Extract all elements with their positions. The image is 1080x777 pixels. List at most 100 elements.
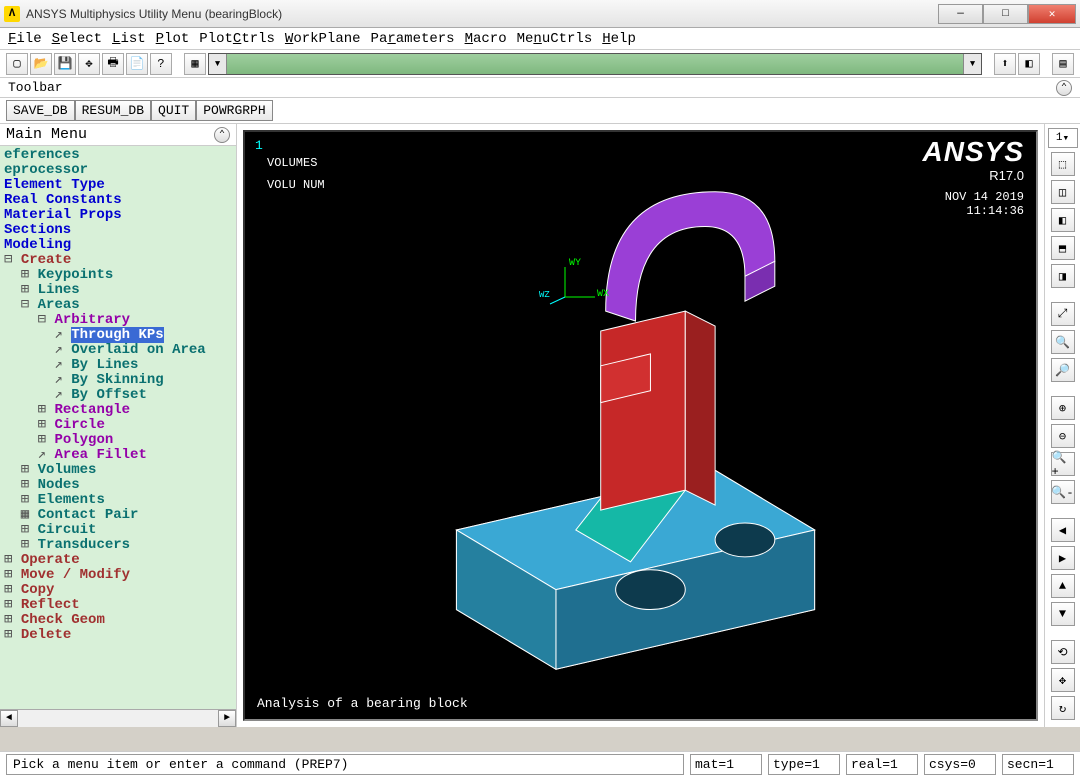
rotate-down-icon[interactable]: ▼ [1051,602,1075,626]
tree-item[interactable]: ⊞ Delete [0,628,236,643]
oblique-view-icon[interactable]: ◨ [1051,264,1075,288]
menu-plotctrls[interactable]: PlotCtrls [199,31,275,47]
dyn-rotate-icon[interactable]: ⟲ [1051,640,1075,664]
menu-select[interactable]: Select [52,31,102,47]
tree-item[interactable]: ↗ Through KPs [0,328,236,343]
command-combo[interactable]: ▾ ▾ [208,53,982,75]
fit-icon[interactable]: ⤢ [1051,302,1075,326]
resum-db-button[interactable]: RESUM_DB [75,100,151,121]
tree-item[interactable]: eprocessor [0,163,236,178]
zoom-box-icon[interactable]: 🔍 [1051,330,1075,354]
tree-item[interactable]: Modeling [0,238,236,253]
collapse-icon[interactable]: ⌃ [1056,80,1072,96]
tree-item[interactable]: ↗ By Skinning [0,373,236,388]
front-view-icon[interactable]: ◫ [1051,180,1075,204]
view-select-dropdown[interactable]: 1 ▾ [1048,128,1078,148]
tree-item[interactable]: ⊞ Circuit [0,523,236,538]
maximize-button[interactable]: □ [983,4,1028,24]
zoom-win-icon[interactable]: 🔎 [1051,358,1075,382]
tree-item[interactable]: Sections [0,223,236,238]
tree-item[interactable]: ⊞ Nodes [0,478,236,493]
tree-item[interactable]: Material Props [0,208,236,223]
menu-file[interactable]: File [8,31,42,47]
tree-item[interactable]: ↗ By Lines [0,358,236,373]
save-icon[interactable]: 💾 [54,53,76,75]
minimize-button[interactable]: — [938,4,983,24]
menu-macro[interactable]: Macro [465,31,507,47]
save-db-button[interactable]: SAVE_DB [6,100,75,121]
main-menu-panel: Main Menu ⌃ eferenceseprocessorElement T… [0,124,237,727]
tree-item[interactable]: ⊞ Transducers [0,538,236,553]
top-view-icon[interactable]: ⬒ [1051,236,1075,260]
scrollbar-track[interactable] [18,710,218,727]
tree-item[interactable]: ⊞ Keypoints [0,268,236,283]
scroll-left-icon[interactable]: ◄ [0,710,18,727]
combo-left-icon[interactable]: ▾ [209,54,227,74]
dyn-pan-icon[interactable]: ✥ [1051,668,1075,692]
menu-list[interactable]: List [112,31,146,47]
menu-workplane[interactable]: WorkPlane [285,31,361,47]
tree-item[interactable]: eferences [0,148,236,163]
quit-button[interactable]: QUIT [151,100,196,121]
print-icon[interactable]: 🖶 [102,53,124,75]
grid-icon[interactable]: ▦ [184,53,206,75]
tree-item[interactable]: ⊟ Create [0,253,236,268]
command-field[interactable] [227,54,963,74]
rotate-left-icon[interactable]: ◀ [1051,518,1075,542]
tree-item[interactable]: ↗ Overlaid on Area [0,343,236,358]
tree-item[interactable]: ⊟ Arbitrary [0,313,236,328]
close-button[interactable]: ✕ [1028,4,1076,24]
app-icon: Λ [4,6,20,22]
menu-menuctrls[interactable]: MenuCtrls [517,31,593,47]
tree-item[interactable]: ⊞ Reflect [0,598,236,613]
menu-help[interactable]: Help [602,31,636,47]
tree-item[interactable]: ⊞ Volumes [0,463,236,478]
status-prompt[interactable]: Pick a menu item or enter a command (PRE… [6,754,684,775]
zoom-in-icon[interactable]: 🔍+ [1051,452,1075,476]
rotate-up-icon[interactable]: ▲ [1051,574,1075,598]
menu-plot[interactable]: Plot [156,31,190,47]
contour-icon[interactable]: ◧ [1018,53,1040,75]
tree-item[interactable]: ▦ Contact Pair [0,508,236,523]
results-icon[interactable]: ▤ [1052,53,1074,75]
pan-icon[interactable]: ✥ [78,53,100,75]
tree-item[interactable]: ⊞ Elements [0,493,236,508]
tree-item[interactable]: ↗ Area Fillet [0,448,236,463]
tree-item[interactable]: ⊞ Check Geom [0,613,236,628]
tree-item[interactable]: Real Constants [0,193,236,208]
graphics-viewport[interactable]: 1 VOLUMES VOLU NUM ANSYS R17.0 NOV 14 20… [243,130,1038,721]
right-toolbar: 1 ▾ ⬚ ◫ ◧ ⬒ ◨ ⤢ 🔍 🔎 ⊕ ⊖ 🔍+ 🔍- ◀ ▶ ▲ ▼ ⟲ … [1044,124,1080,727]
report-icon[interactable]: 📄 [126,53,148,75]
tree-scrollbar[interactable]: ◄ ► [0,709,236,727]
status-type: type=1 [768,754,840,775]
dyn-spin-icon[interactable]: ↻ [1051,696,1075,720]
stamp-time: 11:14:36 [945,204,1024,218]
scroll-right-icon[interactable]: ► [218,710,236,727]
iso-view-icon[interactable]: ⬚ [1051,152,1075,176]
tree-item[interactable]: ⊞ Lines [0,283,236,298]
new-icon[interactable]: ▢ [6,53,28,75]
zoom-out-backface-icon[interactable]: ⊖ [1051,424,1075,448]
powrgrph-button[interactable]: POWRGRPH [196,100,272,121]
tree-item[interactable]: ⊞ Move / Modify [0,568,236,583]
rotate-right-icon[interactable]: ▶ [1051,546,1075,570]
tree-item[interactable]: ⊞ Operate [0,553,236,568]
status-real: real=1 [846,754,918,775]
raise-icon[interactable]: ⬆ [994,53,1016,75]
menu-parameters[interactable]: Parameters [371,31,455,47]
tree-item[interactable]: ⊞ Rectangle [0,403,236,418]
main-menu-collapse-icon[interactable]: ⌃ [214,127,230,143]
zoom-out-icon[interactable]: 🔍- [1051,480,1075,504]
open-icon[interactable]: 📂 [30,53,52,75]
tree-item[interactable]: Element Type [0,178,236,193]
tree[interactable]: eferenceseprocessorElement TypeReal Cons… [0,146,236,709]
tree-item[interactable]: ⊞ Copy [0,583,236,598]
tree-item[interactable]: ↗ By Offset [0,388,236,403]
combo-drop-icon[interactable]: ▾ [963,54,981,74]
help-icon[interactable]: ? [150,53,172,75]
zoom-in-backface-icon[interactable]: ⊕ [1051,396,1075,420]
side-view-icon[interactable]: ◧ [1051,208,1075,232]
tree-item[interactable]: ⊟ Areas [0,298,236,313]
tree-item[interactable]: ⊞ Circle [0,418,236,433]
tree-item[interactable]: ⊞ Polygon [0,433,236,448]
